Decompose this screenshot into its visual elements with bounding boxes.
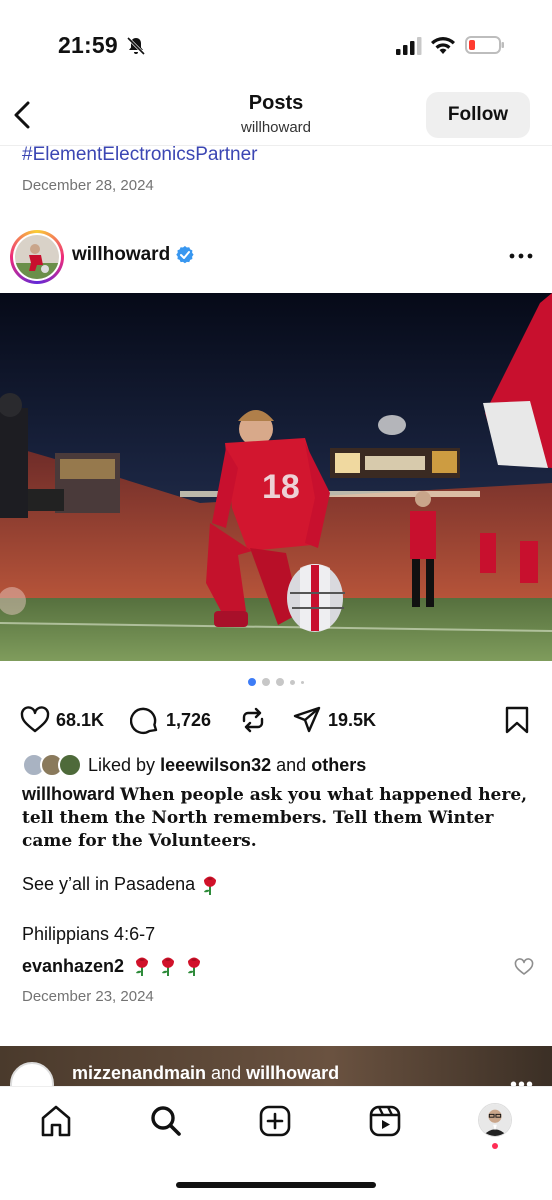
next-post-joiner: and xyxy=(211,1063,242,1083)
rose-emoji-icon xyxy=(136,957,149,976)
verified-badge-icon xyxy=(176,246,194,264)
save-button[interactable] xyxy=(502,704,532,736)
profile-avatar[interactable] xyxy=(478,1103,512,1137)
bell-muted-icon xyxy=(126,36,146,56)
carousel-indicator xyxy=(0,678,552,686)
caption-line-text: See y’all in Pasadena xyxy=(22,874,196,894)
battery-icon xyxy=(465,36,504,54)
bottom-navigation xyxy=(0,1086,552,1200)
caption-line: See y’all in Pasadena xyxy=(22,874,220,896)
status-bar: 21:59 xyxy=(0,0,552,88)
repost-button[interactable] xyxy=(238,704,268,736)
rose-emoji-icon xyxy=(204,876,217,896)
comment-username[interactable]: evanhazen2 xyxy=(22,956,124,977)
rose-emoji-icon xyxy=(162,957,175,976)
share-count: 19.5K xyxy=(328,709,377,730)
share-button[interactable]: 19.5K xyxy=(292,704,376,736)
carousel-dot xyxy=(276,678,284,686)
status-time: 21:59 xyxy=(58,32,118,58)
post-photo[interactable]: 18 xyxy=(0,293,552,661)
post-date: December 23, 2024 xyxy=(22,988,154,1005)
posts-header: Posts willhoward Follow xyxy=(0,88,552,146)
rose-emoji-icon xyxy=(188,957,201,976)
next-post-header[interactable]: mizzenandmain and willhoward ••• xyxy=(0,1046,552,1086)
post-username[interactable]: willhoward xyxy=(72,244,170,266)
like-button[interactable]: 68.1K xyxy=(20,704,104,736)
follow-button[interactable]: Follow xyxy=(426,92,530,138)
liked-by-others[interactable]: others xyxy=(311,755,366,775)
notification-dot xyxy=(492,1143,498,1149)
create-post-icon[interactable] xyxy=(257,1103,293,1139)
search-icon[interactable] xyxy=(148,1103,184,1139)
reels-icon[interactable] xyxy=(367,1103,403,1139)
next-post-avatar[interactable] xyxy=(10,1062,54,1086)
svg-text:18: 18 xyxy=(262,468,300,506)
send-icon xyxy=(293,706,321,733)
next-post-more-icon[interactable]: ••• xyxy=(510,1074,534,1086)
comment-count: 1,726 xyxy=(166,709,212,730)
home-indicator[interactable] xyxy=(176,1182,376,1188)
previous-post-date: December 28, 2024 xyxy=(22,177,154,194)
liked-by-text[interactable]: Liked by leeewilson32 and others xyxy=(88,755,366,776)
like-count: 68.1K xyxy=(56,709,105,730)
carousel-dot xyxy=(262,678,270,686)
comment-like-icon[interactable] xyxy=(514,958,534,976)
next-post-authors[interactable]: mizzenandmain and willhoward xyxy=(72,1063,339,1084)
bookmark-icon xyxy=(505,706,529,734)
carousel-dot xyxy=(301,680,304,684)
next-post-user[interactable]: willhoward xyxy=(246,1063,339,1083)
avatar-image xyxy=(15,235,59,279)
carousel-dot-active xyxy=(248,678,256,686)
more-options-icon[interactable] xyxy=(507,244,535,268)
previous-post-hashtag[interactable]: #ElementElectronicsPartner xyxy=(22,144,258,166)
comment-button[interactable]: 1,726 xyxy=(130,704,211,736)
repost-icon xyxy=(242,707,264,733)
carousel-dot xyxy=(290,679,295,685)
home-icon[interactable] xyxy=(38,1103,74,1139)
comment-icon xyxy=(130,707,158,735)
liked-by-user[interactable]: leeewilson32 xyxy=(160,755,271,775)
liked-by-prefix: Liked by xyxy=(88,755,156,775)
liked-by-avatars[interactable] xyxy=(22,753,84,777)
liked-by-joiner: and xyxy=(276,755,307,775)
caption-username[interactable]: willhoward xyxy=(22,784,115,804)
cellular-signal-icon xyxy=(396,37,422,55)
wifi-icon xyxy=(431,37,455,54)
next-post-user[interactable]: mizzenandmain xyxy=(72,1063,206,1083)
liker-avatar xyxy=(58,753,82,777)
heart-icon xyxy=(20,706,50,733)
post-caption: willhoward When people ask you what happ… xyxy=(22,783,532,852)
top-comment[interactable]: evanhazen2 xyxy=(22,955,204,977)
post-author-avatar[interactable] xyxy=(10,230,64,284)
caption-line: Philippians 4:6-7 xyxy=(22,924,156,944)
